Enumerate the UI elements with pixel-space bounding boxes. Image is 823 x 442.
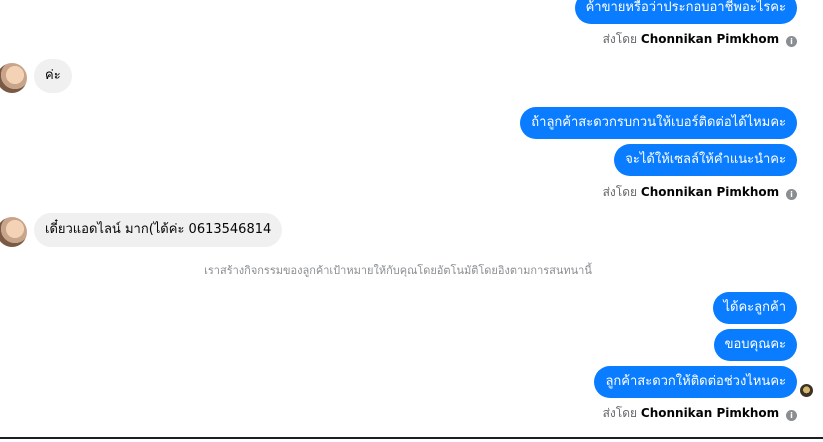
sent-by-prefix: ส่งโดย	[602, 32, 638, 46]
info-icon[interactable]: i	[786, 36, 797, 47]
info-icon[interactable]: i	[786, 410, 797, 421]
sent-by-label: ส่งโดย Chonnikan Pimkhom i	[603, 30, 797, 49]
system-note: เราสร้างกิจกรรมของลูกค้าเป้าหมายให้กับคุ…	[204, 264, 592, 277]
message-text: ลูกค้าสะดวกให้ติดต่อช่วงไหนคะ	[605, 374, 786, 389]
sender-name[interactable]: Chonnikan Pimkhom	[641, 32, 779, 46]
message-text: ค่ะ	[45, 68, 61, 83]
message-text: ขอบคุณคะ	[724, 337, 786, 352]
avatar[interactable]	[0, 217, 27, 247]
outgoing-message[interactable]: ได้คะลูกค้า	[712, 292, 797, 324]
outgoing-message[interactable]: จะได้ให้เซลล์ให้คำแนะนำคะ	[614, 144, 797, 176]
sender-name[interactable]: Chonnikan Pimkhom	[641, 185, 779, 199]
outgoing-message[interactable]: ขอบคุณคะ	[713, 329, 797, 361]
incoming-message[interactable]: เดี๋ยวแอดไลน์ มาก(ได้ค่ะ 0613546814	[34, 213, 283, 247]
sent-by-prefix: ส่งโดย	[602, 406, 638, 420]
outgoing-message[interactable]: ค้าขายหรือว่าประกอบอาชีพอะไรคะ	[574, 0, 797, 24]
sent-by-label: ส่งโดย Chonnikan Pimkhom i	[603, 404, 797, 423]
message-text: ถ้าลูกค้าสะดวกรบกวนให้เบอร์ติดต่อได้ไหมค…	[531, 115, 786, 130]
message-text: เดี๋ยวแอดไลน์ มาก(ได้ค่ะ 0613546814	[45, 222, 272, 237]
message-text: ค้าขายหรือว่าประกอบอาชีพอะไรคะ	[585, 0, 786, 15]
divider	[0, 437, 823, 439]
sender-name[interactable]: Chonnikan Pimkhom	[641, 406, 779, 420]
avatar[interactable]	[0, 63, 27, 93]
message-text: จะได้ให้เซลล์ให้คำแนะนำคะ	[625, 152, 786, 167]
outgoing-message[interactable]: ถ้าลูกค้าสะดวกรบกวนให้เบอร์ติดต่อได้ไหมค…	[520, 107, 797, 139]
sent-by-prefix: ส่งโดย	[602, 185, 638, 199]
seen-avatar-icon	[800, 384, 813, 397]
message-text: ได้คะลูกค้า	[723, 300, 787, 315]
incoming-message[interactable]: ค่ะ	[34, 59, 72, 93]
sent-by-label: ส่งโดย Chonnikan Pimkhom i	[603, 183, 797, 202]
info-icon[interactable]: i	[786, 189, 797, 200]
outgoing-message[interactable]: ลูกค้าสะดวกให้ติดต่อช่วงไหนคะ	[594, 366, 797, 398]
